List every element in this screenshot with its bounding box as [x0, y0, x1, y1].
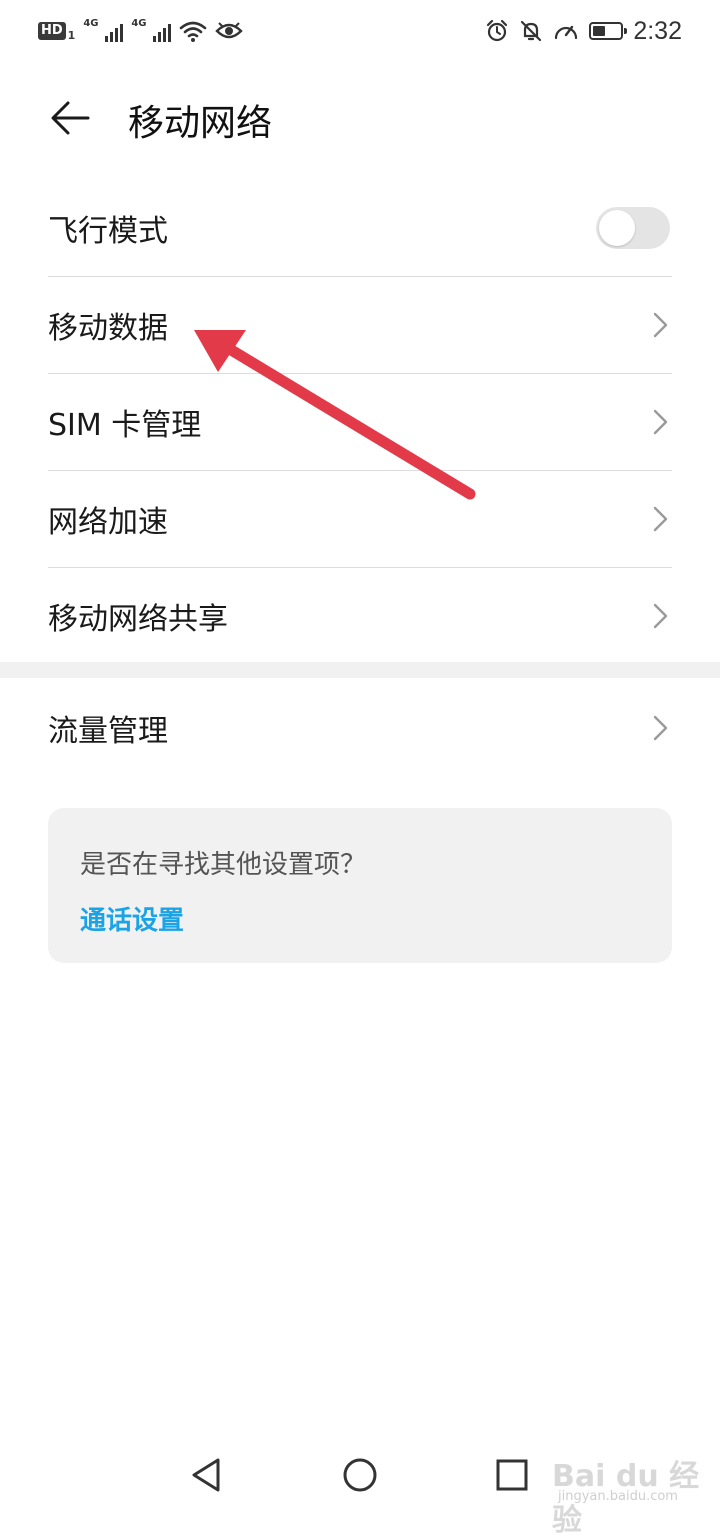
mute-bell-icon [521, 20, 542, 42]
suggestion-question: 是否在寻找其他设置项？ [80, 850, 367, 880]
alarm-icon [487, 19, 508, 42]
status-left: HD 1 4G 4G [38, 16, 244, 46]
call-settings-link[interactable]: 通话设置 [80, 900, 184, 937]
sim2-network-type: 4G [131, 18, 147, 29]
chevron-right-icon [653, 506, 668, 532]
battery-level [593, 26, 606, 36]
settings-list-data: 流量管理 [48, 680, 672, 776]
hd-sim-index: 1 [67, 28, 76, 42]
chevron-right-icon [653, 715, 668, 741]
nav-recents-icon[interactable] [489, 1452, 535, 1498]
battery-icon [589, 22, 628, 40]
section-divider [0, 662, 720, 678]
mobile-data-label: 移动数据 [48, 311, 168, 346]
sim1-network-type: 4G [83, 18, 99, 29]
baidu-watermark: Bai du 经验 jingyan.baidu.com [552, 1445, 712, 1538]
wifi-icon [180, 21, 207, 42]
airplane-mode-row[interactable]: 飞行模式 [48, 180, 672, 277]
chevron-right-icon [653, 409, 668, 435]
airplane-mode-label: 飞行模式 [48, 214, 168, 249]
tethering-label: 移动网络共享 [48, 602, 228, 637]
signal-icon: 4G [131, 18, 172, 44]
page-title: 移动网络 [128, 103, 273, 144]
network-acceleration-label: 网络加速 [48, 505, 168, 540]
status-right: 2:32 [485, 16, 682, 46]
settings-list-network: 飞行模式 移动数据 SIM 卡管理 网络加速 移动网络共享 [48, 180, 672, 664]
signal-icon: 4G [83, 18, 124, 44]
airplane-mode-toggle[interactable] [596, 207, 670, 249]
sim-management-label: SIM 卡管理 [48, 408, 202, 443]
back-arrow-icon[interactable] [46, 98, 94, 138]
mobile-data-row[interactable]: 移动数据 [48, 277, 672, 374]
app-header: 移动网络 [0, 80, 720, 160]
watermark-url: jingyan.baidu.com [558, 1489, 678, 1504]
speed-icon [555, 25, 578, 40]
nav-home-icon[interactable] [337, 1452, 383, 1498]
chevron-right-icon [653, 312, 668, 338]
status-bar: HD 1 4G 4G 2:32 [0, 0, 720, 62]
hd-badge: HD [38, 22, 66, 40]
eye-icon [215, 22, 244, 39]
suggestion-card: 是否在寻找其他设置项？ 通话设置 [48, 808, 672, 963]
data-usage-label: 流量管理 [48, 714, 168, 749]
chevron-right-icon [653, 603, 668, 629]
status-time: 2:32 [633, 16, 682, 45]
data-usage-row[interactable]: 流量管理 [48, 680, 672, 776]
tethering-row[interactable]: 移动网络共享 [48, 568, 672, 664]
sim-management-row[interactable]: SIM 卡管理 [48, 374, 672, 471]
nav-back-icon[interactable] [184, 1452, 230, 1498]
network-acceleration-row[interactable]: 网络加速 [48, 471, 672, 568]
